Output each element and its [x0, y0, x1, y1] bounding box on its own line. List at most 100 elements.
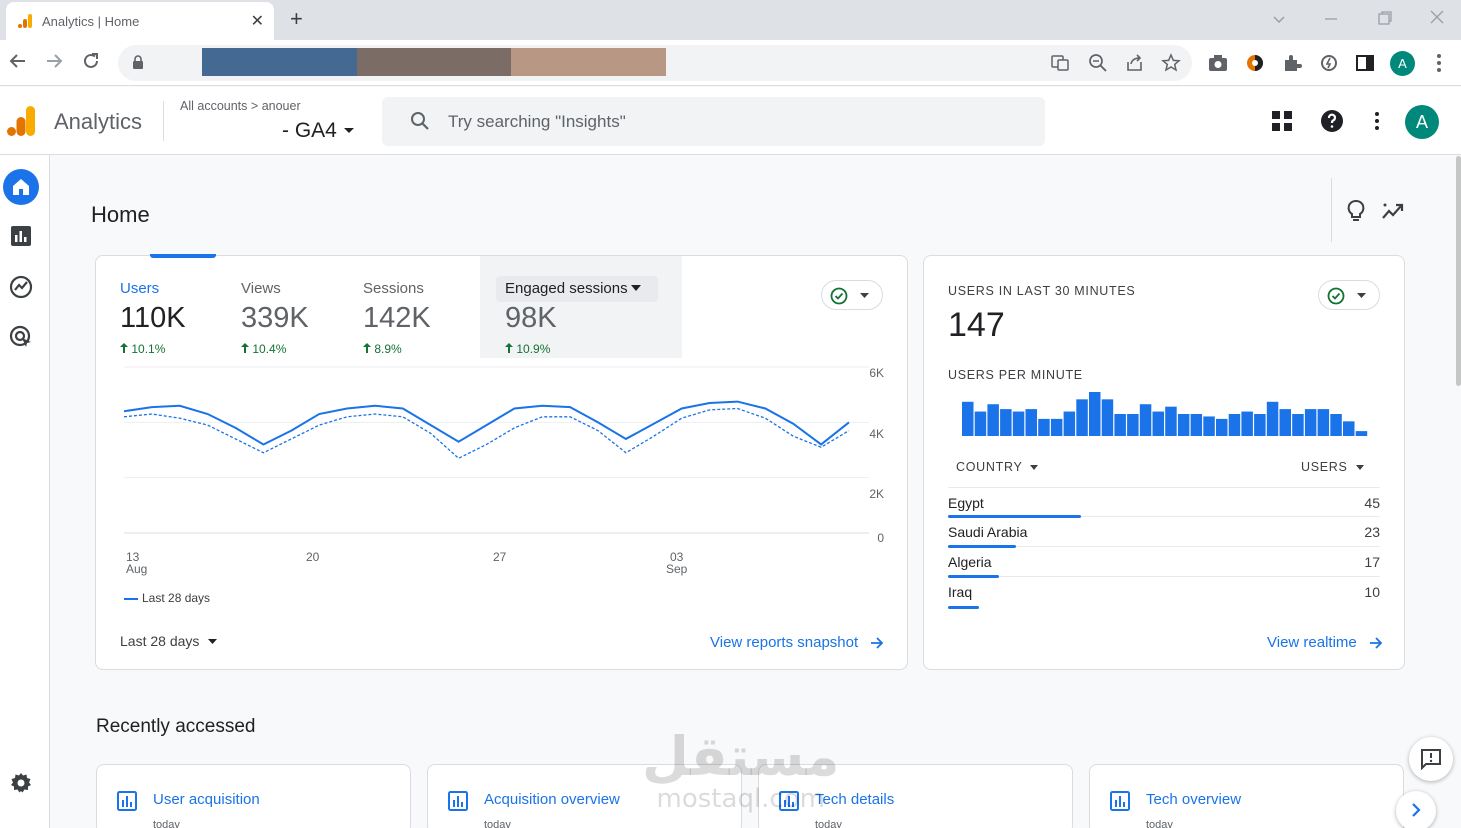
comparison-series-line [124, 407, 850, 460]
minute-bar[interactable] [1241, 411, 1253, 436]
browser-menu-icon[interactable] [1428, 52, 1450, 74]
more-options-icon[interactable] [1365, 109, 1389, 133]
forward-arrow-icon[interactable] [44, 51, 64, 71]
nav-home[interactable] [3, 169, 39, 205]
media-control-icon[interactable] [1318, 52, 1340, 74]
minute-bar[interactable] [1266, 401, 1279, 436]
color-extension-icon[interactable] [1244, 52, 1266, 74]
recent-next-button[interactable] [1396, 791, 1436, 828]
extensions-puzzle-icon[interactable] [1281, 52, 1303, 74]
country-row[interactable]: Saudi Arabia 23 [948, 517, 1380, 548]
users-line-chart [124, 366, 869, 534]
minute-bar[interactable] [974, 411, 987, 436]
realtime-quality-button[interactable] [1318, 280, 1380, 310]
minute-bar[interactable] [1076, 399, 1088, 436]
metric-tab-views[interactable]: Views 339K 10.4% [241, 256, 351, 358]
minute-bar[interactable] [1177, 414, 1190, 436]
insights-lightbulb-icon[interactable] [1345, 199, 1367, 223]
browser-profile-avatar[interactable]: A [1390, 51, 1415, 76]
minute-bar[interactable] [1330, 414, 1342, 436]
reload-icon[interactable] [81, 51, 101, 71]
minute-bar[interactable] [1101, 399, 1114, 436]
minute-bar[interactable] [1292, 414, 1304, 436]
restore-icon[interactable] [1376, 9, 1394, 27]
data-quality-button[interactable] [821, 280, 883, 310]
breadcrumb-account[interactable]: anouer [262, 99, 301, 113]
help-icon[interactable] [1320, 109, 1344, 133]
tab-close-icon[interactable]: ✕ [251, 11, 264, 31]
feedback-button[interactable] [1409, 737, 1453, 781]
zoom-icon[interactable] [1088, 53, 1108, 73]
minute-bar[interactable] [1025, 409, 1038, 436]
reports-icon[interactable] [10, 225, 32, 247]
account-avatar[interactable]: A [1405, 105, 1439, 139]
users-column-header[interactable]: USERS [1301, 460, 1364, 474]
view-realtime-link[interactable]: View realtime [1267, 634, 1383, 651]
admin-gear-icon[interactable] [9, 771, 33, 795]
side-panel-icon[interactable] [1354, 52, 1376, 74]
minute-bar[interactable] [1000, 409, 1012, 436]
screenshot-extension-icon[interactable] [1207, 52, 1229, 74]
bookmark-star-icon[interactable] [1161, 53, 1181, 73]
lock-icon[interactable] [132, 55, 144, 69]
new-tab-button[interactable]: + [290, 6, 303, 32]
minute-bar[interactable] [1139, 404, 1152, 436]
minute-bar[interactable] [1203, 416, 1215, 436]
legend-label: Last 28 days [142, 591, 211, 605]
view-reports-snapshot-link[interactable]: View reports snapshot [710, 634, 884, 651]
metric-tab-engaged-sessions[interactable]: Engaged sessions 98K 10.9% [505, 256, 675, 358]
date-range-selector[interactable]: Last 28 days [120, 633, 218, 649]
breadcrumb-all-accounts[interactable]: All accounts [180, 99, 247, 113]
country-row[interactable]: Algeria 17 [948, 547, 1380, 578]
country-row[interactable]: Iraq 10 [948, 577, 1380, 609]
minute-bar[interactable] [1343, 421, 1355, 436]
country-row[interactable]: Egypt 45 [948, 487, 1380, 518]
advertising-icon[interactable] [9, 325, 33, 349]
minute-bar[interactable] [1063, 411, 1076, 436]
minute-bar[interactable] [1050, 418, 1063, 436]
page-scrollbar[interactable] [1456, 156, 1461, 386]
window-close-icon[interactable] [1428, 8, 1446, 26]
minute-bar[interactable] [1038, 418, 1050, 436]
minute-bar[interactable] [1304, 409, 1317, 436]
search-bar[interactable]: Try searching "Insights" [382, 97, 1045, 146]
analytics-favicon-icon [18, 14, 32, 28]
browser-tab[interactable]: Analytics | Home ✕ [6, 2, 274, 40]
explore-icon[interactable] [9, 275, 33, 299]
minute-bar[interactable] [1254, 414, 1266, 436]
minute-bar[interactable] [1228, 414, 1241, 436]
recent-item-card[interactable]: Tech overview today [1089, 764, 1404, 828]
tab-search-icon[interactable] [1270, 10, 1288, 28]
address-bar[interactable] [118, 45, 1192, 81]
minute-bar[interactable] [1355, 431, 1368, 436]
minute-bar[interactable] [987, 404, 999, 436]
minute-bar[interactable] [1165, 406, 1177, 436]
minute-bar[interactable] [1152, 411, 1165, 436]
apps-grid-icon[interactable] [1270, 109, 1294, 133]
translate-icon[interactable] [1050, 53, 1070, 73]
minute-bar[interactable] [1317, 409, 1330, 436]
analytics-logo-icon[interactable] [7, 105, 37, 137]
product-name[interactable]: Analytics [54, 109, 142, 135]
share-icon[interactable] [1125, 53, 1145, 73]
recent-item-label: User acquisition [153, 791, 260, 808]
country-column-header[interactable]: COUNTRY [956, 460, 1039, 474]
back-arrow-icon[interactable] [8, 51, 28, 71]
minimize-icon[interactable] [1322, 10, 1340, 28]
metric-value: 142K [363, 302, 431, 334]
minute-bar[interactable] [1127, 414, 1139, 436]
recent-item-card[interactable]: User acquisition today [96, 764, 411, 828]
minute-bar[interactable] [1012, 411, 1025, 436]
minute-bar[interactable] [1190, 414, 1203, 436]
trend-insights-icon[interactable] [1381, 200, 1405, 222]
minute-bar[interactable] [1114, 414, 1126, 436]
minute-bar[interactable] [1216, 418, 1228, 436]
metric-tab-users[interactable]: Users 110K 10.1% [120, 256, 230, 358]
metric-tab-sessions[interactable]: Sessions 142K 8.9% [363, 256, 473, 358]
minute-bar[interactable] [1089, 392, 1101, 436]
account-breadcrumb[interactable]: All accounts > anouer [180, 99, 301, 113]
minute-bar[interactable] [962, 401, 974, 436]
property-selector[interactable]: - GA4 [282, 119, 355, 143]
minute-bar[interactable] [1279, 409, 1292, 436]
report-icon [117, 791, 137, 811]
